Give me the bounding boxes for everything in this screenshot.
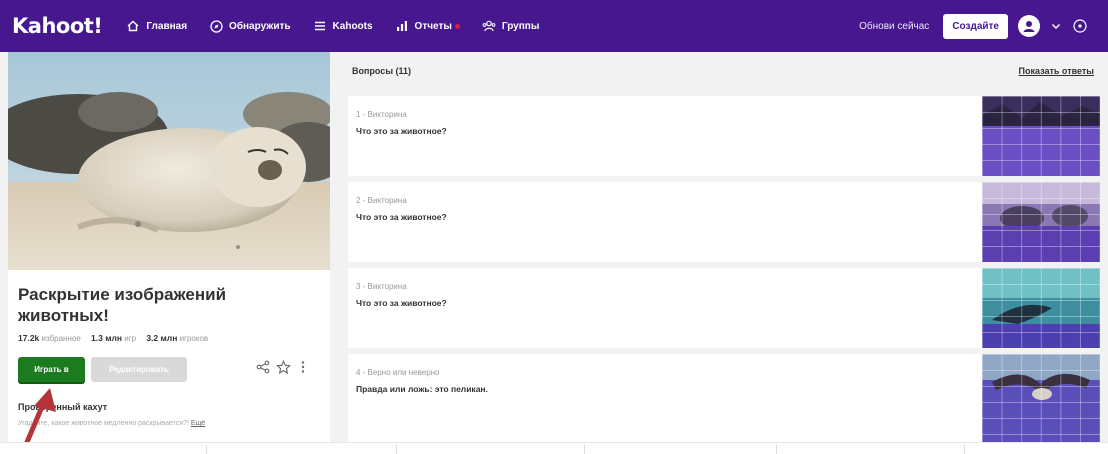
star-icon[interactable]	[274, 358, 292, 376]
nav-groups-label: Группы	[501, 20, 540, 32]
nav-kahoots-label: Kahoots	[332, 20, 373, 32]
show-answers-link[interactable]: Показать ответы	[1019, 66, 1094, 76]
nav-reports[interactable]: Отчеты	[395, 19, 460, 33]
description-more-link[interactable]: Ещё	[191, 420, 205, 427]
players-label: игроков	[179, 334, 209, 343]
question-type: 3 - Викторина	[356, 282, 407, 291]
avatar[interactable]	[1018, 15, 1040, 37]
chart-icon	[395, 19, 409, 33]
nav-discover[interactable]: Обнаружить	[209, 19, 291, 33]
kahoot-logo[interactable]: Kahoot!	[12, 14, 103, 38]
question-thumbnail	[982, 354, 1100, 442]
kahoot-title: Раскрытие изображений животных!	[18, 285, 227, 325]
question-text: Правда или ложь: это пеликан.	[356, 384, 488, 394]
kahoot-details-page: Kahoot! Главная Обнаружить Kahoots Отчет…	[0, 0, 1108, 454]
question-card[interactable]: 1 - Викторина Что это за животное?	[348, 96, 1100, 176]
user-icon	[1023, 21, 1035, 32]
groups-icon	[482, 19, 496, 33]
question-text: Что это за животное?	[356, 212, 447, 222]
more-options-icon[interactable]	[294, 358, 312, 376]
update-now-link[interactable]: Обнови сейчас	[859, 21, 929, 32]
kahoot-actions	[254, 358, 314, 376]
help-icon[interactable]	[1072, 18, 1088, 34]
question-thumbnail	[982, 96, 1100, 176]
question-text: Что это за животное?	[356, 126, 447, 136]
compass-icon	[209, 19, 223, 33]
question-type: 1 - Викторина	[356, 110, 407, 119]
home-icon	[126, 19, 140, 33]
favorites-count: 17.2k	[18, 333, 40, 343]
nav-home-label: Главная	[146, 20, 188, 32]
bottom-strip	[0, 442, 1108, 454]
notification-dot	[454, 23, 460, 29]
list-icon	[313, 19, 327, 33]
nav-groups[interactable]: Группы	[482, 19, 539, 33]
edit-button[interactable]: Редактировать	[91, 357, 187, 382]
nav-discover-label: Обнаружить	[229, 20, 291, 32]
play-button[interactable]: Играть в	[18, 357, 85, 382]
question-card[interactable]: 2 - Викторина Что это за животное?	[348, 182, 1100, 262]
players-count: 3.2 млн	[146, 333, 178, 343]
question-thumbnail	[982, 268, 1100, 348]
create-button[interactable]: Создайте	[943, 13, 1008, 39]
kahoot-stats: 17.2k избранное 1.3 млн игр 3.2 млн игро…	[18, 333, 216, 343]
nav-home[interactable]: Главная	[126, 19, 187, 33]
question-type: 4 - Верно или неверно	[356, 368, 440, 377]
plays-label: игр	[124, 334, 137, 343]
chevron-down-icon[interactable]	[1048, 18, 1064, 34]
top-navigation-bar: Kahoot! Главная Обнаружить Kahoots Отчет…	[0, 0, 1108, 52]
question-thumbnail	[982, 182, 1100, 262]
question-card[interactable]: 4 - Верно или неверно Правда или ложь: э…	[348, 354, 1100, 442]
questions-header: Вопросы (11)	[352, 66, 412, 76]
nav-reports-label: Отчеты	[414, 20, 452, 32]
favorites-label: избранное	[41, 334, 81, 343]
cover-image	[8, 52, 330, 270]
nav-kahoots[interactable]: Kahoots	[313, 19, 373, 33]
question-text: Что это за животное?	[356, 298, 447, 308]
question-card[interactable]: 3 - Викторина Что это за животное?	[348, 268, 1100, 348]
share-icon[interactable]	[254, 358, 272, 376]
plays-count: 1.3 млн	[91, 333, 123, 343]
question-type: 2 - Викторина	[356, 196, 407, 205]
